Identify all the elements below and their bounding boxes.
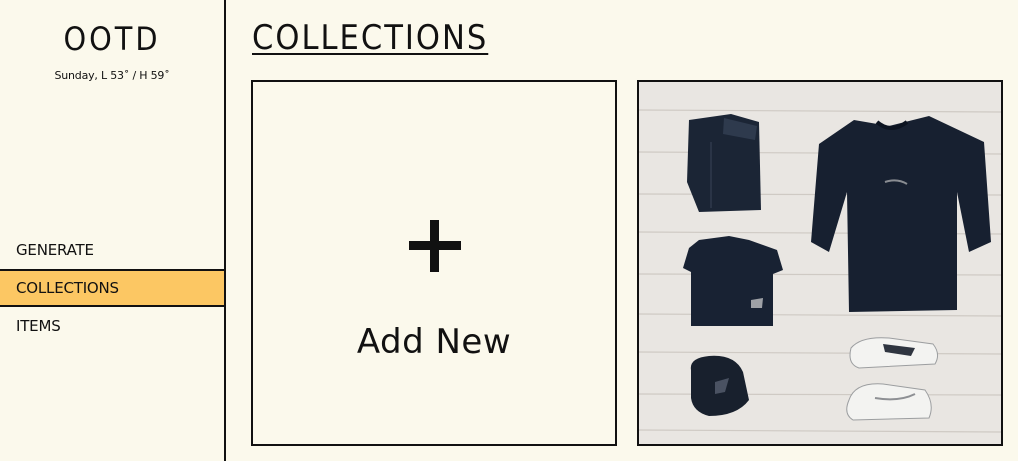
sidebar-nav: GENERATE COLLECTIONS ITEMS [0, 231, 224, 345]
outfit-photo [639, 82, 1001, 444]
nav-item-collections[interactable]: COLLECTIONS [0, 269, 224, 307]
weather-summary: Sunday, L 53˚ / H 59˚ [54, 69, 170, 82]
collection-card[interactable] [637, 80, 1003, 446]
app-title: OOTD [63, 20, 161, 58]
add-new-label: Add New [356, 322, 512, 362]
plus-icon [409, 220, 461, 272]
page-title: COLLECTIONS [252, 18, 489, 58]
nav-item-generate[interactable]: GENERATE [0, 231, 224, 269]
add-new-collection-card[interactable]: Add New [251, 80, 617, 446]
nav-item-items[interactable]: ITEMS [0, 307, 224, 345]
sidebar: OOTD Sunday, L 53˚ / H 59˚ GENERATE COLL… [0, 0, 226, 461]
